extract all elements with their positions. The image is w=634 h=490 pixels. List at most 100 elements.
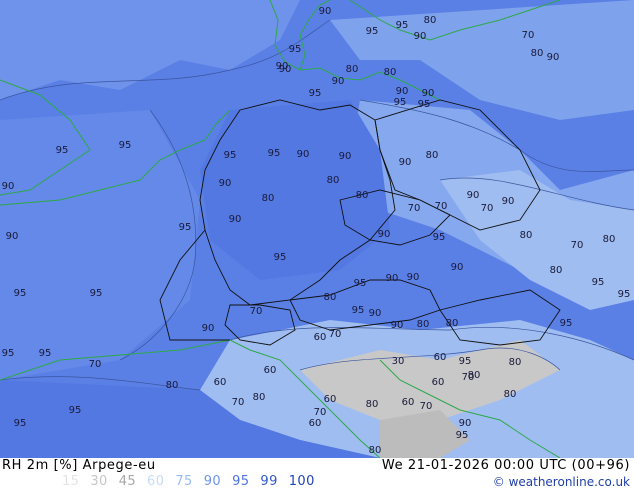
contour-label: 95 <box>618 289 631 300</box>
weather-map-figure: 90 95 80 90 95 70 80 90 90 95 90 80 90 80 90 95 95 90 95 95… <box>0 0 634 490</box>
contour-label: 90 <box>386 273 399 284</box>
contour-label: 60 <box>314 332 327 343</box>
contour-label: 30 <box>392 356 405 367</box>
contour-label: 60 <box>264 365 277 376</box>
contour-label: 90 <box>414 31 427 42</box>
contour-label: 90 <box>467 190 480 201</box>
contour-label: 80 <box>520 230 533 241</box>
contour-label: 70 <box>435 201 448 212</box>
contour-label: 80 <box>550 265 563 276</box>
contour-label: 60 <box>434 352 447 363</box>
contour-label: 95 <box>433 232 446 243</box>
contour-label: 80 <box>262 193 275 204</box>
contour-label: 80 <box>531 48 544 59</box>
contour-label: 95 <box>560 318 573 329</box>
contour-label: 60 <box>309 418 322 429</box>
contour-label: 95 <box>456 430 469 441</box>
contour-label: 80 <box>327 175 340 186</box>
contour-label: 95 <box>179 222 192 233</box>
contour-label: 60 <box>324 394 337 405</box>
contour-label: 95 <box>14 418 27 429</box>
map-legend: RH 2m [%] Arpege-eu We 21-01-2026 00:00 … <box>0 458 634 490</box>
contour-label: 80 <box>426 150 439 161</box>
scale-value-90: 90 <box>203 474 222 489</box>
contour-label: 60 <box>432 377 445 388</box>
contour-label: 90 <box>422 88 435 99</box>
contour-label: 90 <box>332 76 345 87</box>
contour-label: 90 <box>6 231 19 242</box>
contour-label: 95 <box>289 44 302 55</box>
contour-label: 90 <box>229 214 242 225</box>
contour-label: 95 <box>39 348 52 359</box>
contour-label: 90 <box>319 6 332 17</box>
contour-label: 80 <box>417 319 430 330</box>
contour-label: 60 <box>214 377 227 388</box>
contour-label: 95 <box>394 97 407 108</box>
scale-value-99: 99 <box>260 474 278 489</box>
contour-label: 70 <box>314 407 327 418</box>
contour-label: 70 <box>481 203 494 214</box>
contour-label: 70 <box>89 359 102 370</box>
contour-label: 95 <box>268 148 281 159</box>
credit-link[interactable]: © weatheronline.co.uk <box>493 474 630 490</box>
contour-label: 70 <box>232 397 245 408</box>
contour-label: 80 <box>509 357 522 368</box>
contour-label: 95 <box>2 348 15 359</box>
contour-label: 95 <box>366 26 379 37</box>
scale-value-95: 95 <box>232 474 250 489</box>
contour-label: 70 <box>329 329 342 340</box>
contour-label: 80 <box>424 15 437 26</box>
contour-label: 95 <box>309 88 322 99</box>
contour-label: 90 <box>219 178 232 189</box>
contour-label: 90 <box>2 181 15 192</box>
contour-label: 70 <box>420 401 433 412</box>
scale-value-15: 15 <box>62 474 80 489</box>
scale-value-30: 30 <box>90 474 108 489</box>
contour-label: 80 <box>356 190 369 201</box>
contour-label: 90 <box>459 418 472 429</box>
contour-label: 95 <box>274 252 287 263</box>
contour-label: 90 <box>547 52 560 63</box>
contour-label: 70 <box>522 30 535 41</box>
contour-label: 90 <box>339 151 352 162</box>
contour-label: 95 <box>354 278 367 289</box>
contour-label: 90 <box>502 196 515 207</box>
contour-label: 70 <box>571 240 584 251</box>
contour-label: 90 <box>407 272 420 283</box>
contour-label: 95 <box>119 140 132 151</box>
contour-label: 90 <box>378 229 391 240</box>
contour-label: 95 <box>396 20 409 31</box>
contour-label: 80 <box>384 67 397 78</box>
contour-label: 70 <box>250 306 263 317</box>
contour-label: 90 <box>391 320 404 331</box>
contour-label: 90 <box>399 157 412 168</box>
contour-label: 95 <box>592 277 605 288</box>
contour-label: 95 <box>224 150 237 161</box>
contour-label: 95 <box>418 99 431 110</box>
scale-value-75: 75 <box>175 474 193 489</box>
contour-label: 90 <box>276 61 289 72</box>
contour-label: 80 <box>366 399 379 410</box>
contour-label: 95 <box>459 356 472 367</box>
scale-value-45: 45 <box>118 474 137 489</box>
contour-label: 80 <box>253 392 266 403</box>
contour-label: 80 <box>468 370 481 381</box>
contour-label: 80 <box>166 380 179 391</box>
relative-humidity-map: 9095 809095 7080 90909590 809080909595909595… <box>0 0 634 458</box>
color-scale: 15 30 45 60 75 90 95 99 100 <box>62 474 326 490</box>
contour-label: 95 <box>14 288 27 299</box>
scale-value-100: 100 <box>288 474 315 489</box>
contour-label: 60 <box>402 397 415 408</box>
contour-label: 80 <box>346 64 359 75</box>
contour-label: 90 <box>451 262 464 273</box>
contour-label: 90 <box>396 86 409 97</box>
contour-label: 90 <box>202 323 215 334</box>
contour-label: 70 <box>408 203 421 214</box>
contour-label: 80 <box>324 292 337 303</box>
contour-label: 95 <box>352 305 365 316</box>
contour-label: 90 <box>369 308 382 319</box>
scale-value-60: 60 <box>147 474 165 489</box>
contour-label: 95 <box>69 405 82 416</box>
contour-label: 80 <box>446 318 459 329</box>
contour-label: 90 <box>297 149 310 160</box>
